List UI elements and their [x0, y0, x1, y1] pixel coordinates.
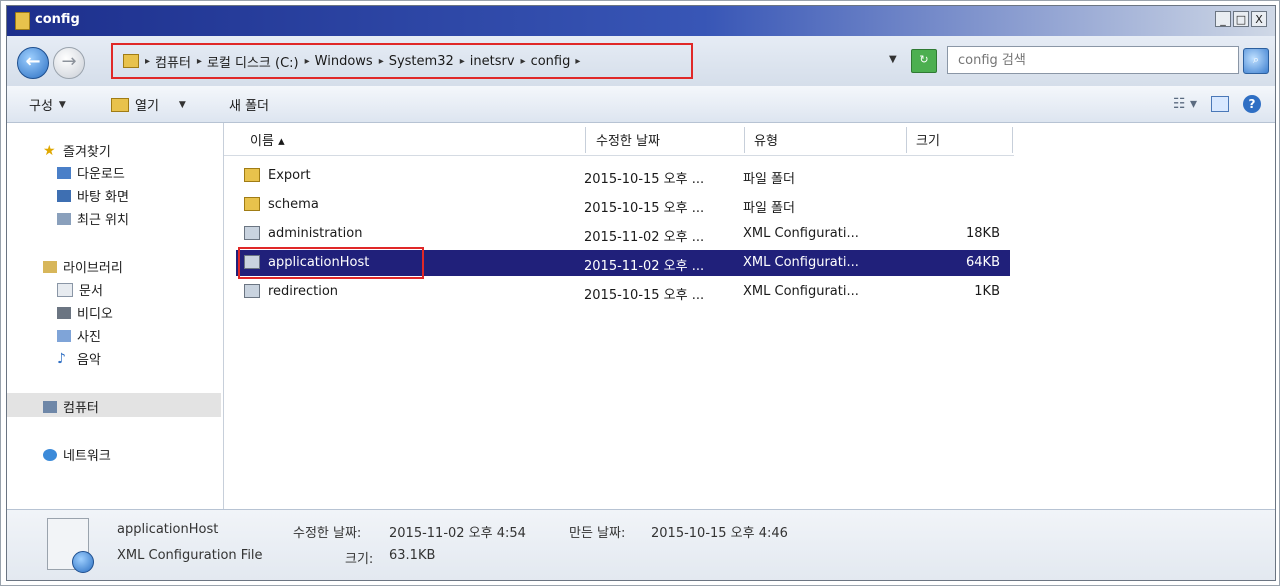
pictures-icon: [57, 329, 71, 342]
crumb-local-disk[interactable]: ▸ 로컬 디스크 (C:): [197, 52, 299, 71]
address-row: ← → ▸ 컴퓨터 ▸ 로컬 디스크 (C:) ▸ Windows ▸ System32…: [7, 36, 1275, 87]
address-dropdown-icon[interactable]: ▼: [889, 54, 897, 65]
nav-selection-highlight: [7, 393, 221, 417]
close-button[interactable]: X: [1251, 11, 1267, 27]
breadcrumb[interactable]: ▸ 컴퓨터 ▸ 로컬 디스크 (C:) ▸ Windows ▸ System32 ▸ in…: [111, 43, 693, 79]
details-file-type: XML Configuration File: [117, 548, 263, 563]
back-button[interactable]: ←: [17, 47, 49, 79]
view-controls: ☷ ▾ ?: [1173, 95, 1261, 113]
details-file-name: applicationHost: [117, 522, 219, 537]
nav-desktop[interactable]: 바탕 화면: [57, 186, 129, 205]
file-row-export[interactable]: Export 2015-10-15 오후 ... 파일 폴더: [236, 163, 1010, 189]
forward-button[interactable]: →: [53, 47, 85, 79]
nav-recent[interactable]: 최근 위치: [57, 209, 129, 228]
column-headers: 이름 ▴ 수정한 날짜 유형 크기: [224, 123, 1014, 156]
window-controls: _ □ X: [1215, 11, 1267, 27]
crumb-inetsrv[interactable]: ▸ inetsrv: [460, 54, 515, 69]
nav-computer[interactable]: 컴퓨터: [43, 397, 99, 416]
folder-icon: [15, 12, 30, 30]
xml-file-icon: [244, 255, 260, 269]
xml-file-large-icon: [47, 518, 94, 573]
file-row-redirection[interactable]: redirection 2015-10-15 오후 ... XML Config…: [236, 279, 1010, 305]
details-size-value: 63.1KB: [389, 548, 436, 563]
nav-documents[interactable]: 문서: [57, 280, 103, 299]
column-header-name[interactable]: 이름 ▴: [250, 130, 285, 149]
crumb-system32[interactable]: ▸ System32: [379, 54, 454, 69]
folder-icon: [123, 54, 139, 68]
window-title: config: [35, 12, 80, 27]
document-icon: [57, 282, 73, 297]
music-icon: ♪: [57, 350, 66, 367]
refresh-icon[interactable]: ↻: [911, 49, 937, 73]
video-icon: [57, 306, 71, 319]
crumb-computer[interactable]: ▸ 컴퓨터: [145, 52, 191, 71]
organize-button[interactable]: 구성 ▼: [29, 95, 66, 114]
screenshot-frame: config _ □ X ← → ▸ 컴퓨터 ▸ 로컬 디스크 (C:) ▸ Wind…: [0, 0, 1280, 586]
nav-pictures[interactable]: 사진: [57, 326, 101, 345]
search-icon[interactable]: ⌕: [1243, 48, 1269, 74]
details-size-label: 크기:: [345, 552, 374, 567]
nav-libraries[interactable]: 라이브러리: [43, 257, 123, 276]
open-folder-icon: [111, 97, 129, 112]
computer-icon: [43, 400, 57, 413]
search-input[interactable]: [948, 47, 1238, 73]
desktop-icon: [57, 189, 71, 202]
xml-file-icon: [244, 226, 260, 240]
nav-network[interactable]: 네트워크: [43, 445, 111, 464]
recent-places-icon: [57, 212, 71, 225]
crumb-config[interactable]: ▸ config ▸: [521, 54, 581, 69]
new-folder-button[interactable]: 새 폴더: [229, 95, 269, 114]
column-header-size[interactable]: 크기: [916, 130, 940, 149]
nav-videos[interactable]: 비디오: [57, 303, 113, 322]
network-icon: [43, 448, 57, 461]
maximize-button[interactable]: □: [1233, 11, 1249, 27]
crumb-windows[interactable]: ▸ Windows: [305, 54, 373, 69]
column-header-type[interactable]: 유형: [754, 130, 778, 149]
chevron-down-icon: ▼: [58, 99, 66, 110]
command-bar: 구성 ▼ 열기 ▼ 새 폴더 ☷ ▾ ?: [7, 86, 1275, 123]
folder-icon: [244, 197, 260, 211]
nav-favorites[interactable]: ★ 즐겨찾기: [43, 141, 111, 161]
nav-downloads[interactable]: 다운로드: [57, 163, 125, 182]
column-header-modified[interactable]: 수정한 날짜: [596, 130, 660, 149]
sort-arrow-icon: ▴: [278, 134, 285, 149]
file-row-schema[interactable]: schema 2015-10-15 오후 ... 파일 폴더: [236, 192, 1010, 218]
details-modified-label: 수정한 날짜:: [293, 526, 362, 541]
explorer-window: config _ □ X ← → ▸ 컴퓨터 ▸ 로컬 디스크 (C:) ▸ Wind…: [6, 5, 1276, 581]
folder-icon: [244, 168, 260, 182]
details-pane: applicationHost XML Configuration File 수…: [7, 509, 1275, 580]
preview-pane-icon[interactable]: [1211, 96, 1229, 112]
file-row-applicationhost[interactable]: applicationHost 2015-11-02 오후 ... XML Co…: [236, 250, 1010, 276]
library-icon: [43, 260, 57, 273]
help-icon[interactable]: ?: [1243, 95, 1261, 113]
navigation-pane: ★ 즐겨찾기 다운로드 바탕 화면 최근 위치 라이브러리 문서 비디오 사진 ♪…: [7, 123, 224, 509]
star-icon: ★: [43, 142, 56, 159]
file-row-administration[interactable]: administration 2015-11-02 오후 ... XML Con…: [236, 221, 1010, 247]
details-created-label: 만든 날짜:: [569, 526, 626, 541]
open-button[interactable]: 열기 ▼: [111, 95, 186, 114]
view-options-icon[interactable]: ☷ ▾: [1173, 96, 1197, 112]
search-box[interactable]: [947, 46, 1239, 74]
title-bar[interactable]: config _ □ X: [7, 6, 1275, 36]
xml-file-icon: [244, 284, 260, 298]
chevron-down-icon: ▼: [178, 99, 186, 110]
details-created-value: 2015-10-15 오후 4:46: [651, 526, 788, 541]
file-list-pane: 이름 ▴ 수정한 날짜 유형 크기 Export 2015-10-15 오후 .…: [224, 123, 1275, 509]
nav-music[interactable]: ♪ 음악: [57, 349, 101, 369]
globe-icon: [72, 551, 94, 573]
minimize-button[interactable]: _: [1215, 11, 1231, 27]
downloads-icon: [57, 166, 71, 179]
details-modified-value: 2015-11-02 오후 4:54: [389, 526, 526, 541]
